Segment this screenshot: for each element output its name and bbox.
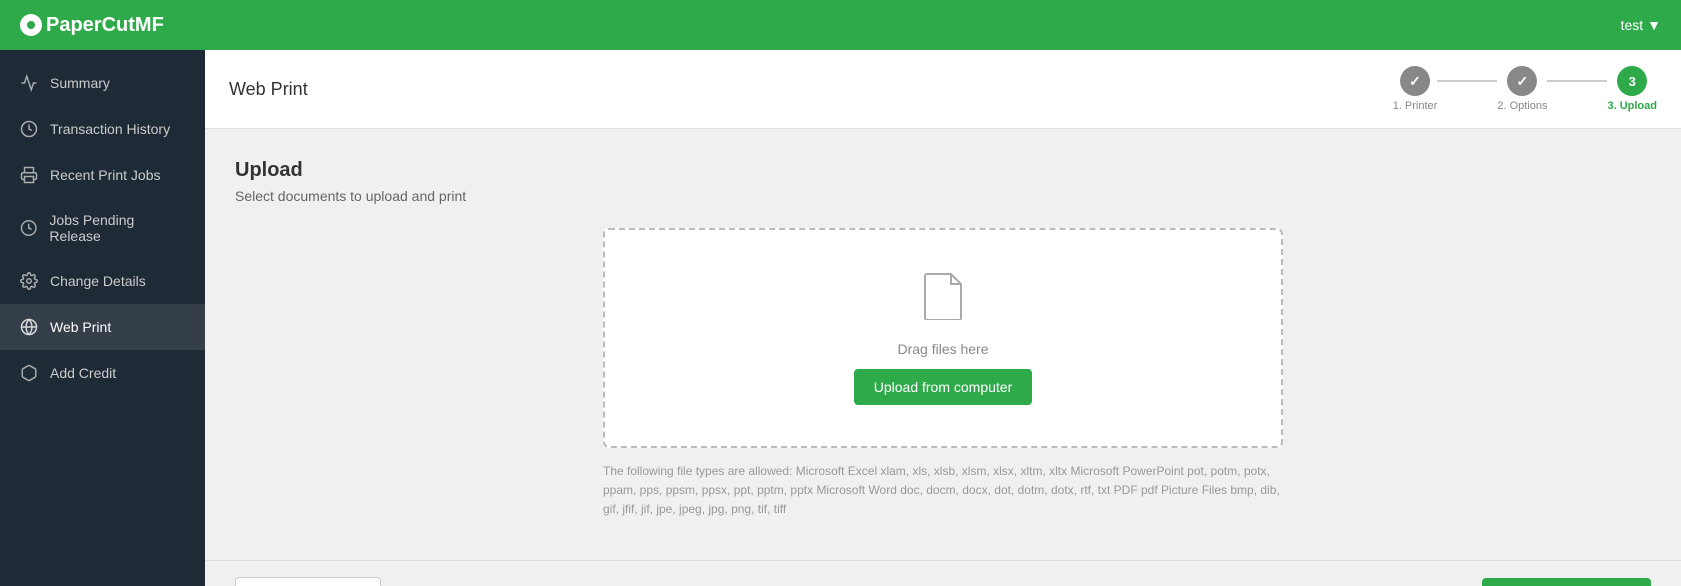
step-printer: 1. Printer bbox=[1393, 66, 1438, 112]
print-icon bbox=[20, 166, 38, 184]
content-footer: « 2. Print Options Upload & Complete » bbox=[205, 560, 1681, 586]
sidebar-label-change: Change Details bbox=[50, 273, 146, 289]
step-printer-label: 1. Printer bbox=[1393, 100, 1438, 112]
step-printer-check bbox=[1409, 73, 1421, 90]
step-upload: 3 3. Upload bbox=[1607, 66, 1657, 112]
sidebar-item-transaction-history[interactable]: Transaction History bbox=[0, 106, 205, 152]
step-options: 2. Options bbox=[1497, 66, 1547, 112]
upload-title: Upload bbox=[235, 159, 1651, 182]
steps-indicator: 1. Printer 2. Options 3 3. Upload bbox=[1393, 66, 1657, 112]
step-connector-2 bbox=[1547, 80, 1607, 82]
step-options-check bbox=[1517, 73, 1529, 90]
logo-icon bbox=[20, 14, 42, 36]
credit-icon bbox=[20, 364, 38, 382]
top-nav: PaperCutMF test ▼ bbox=[0, 0, 1681, 50]
drop-zone[interactable]: Drag files here Upload from computer bbox=[603, 228, 1283, 448]
back-button[interactable]: « 2. Print Options bbox=[235, 577, 381, 586]
upload-from-computer-button[interactable]: Upload from computer bbox=[854, 369, 1033, 405]
sidebar-label-transaction: Transaction History bbox=[50, 121, 170, 137]
sidebar-item-change-details[interactable]: Change Details bbox=[0, 258, 205, 304]
gear-icon bbox=[20, 272, 38, 290]
step-upload-circle: 3 bbox=[1617, 66, 1647, 96]
logo-text: PaperCutMF bbox=[46, 14, 164, 37]
globe-icon bbox=[20, 318, 38, 336]
step-options-label: 2. Options bbox=[1497, 100, 1547, 112]
sidebar-label-summary: Summary bbox=[50, 75, 110, 91]
step-options-circle bbox=[1507, 66, 1537, 96]
step-upload-label: 3. Upload bbox=[1607, 100, 1657, 112]
drag-text: Drag files here bbox=[897, 341, 988, 357]
file-types-text: The following file types are allowed: Mi… bbox=[603, 462, 1283, 520]
step-connector-1 bbox=[1437, 80, 1497, 82]
upload-complete-button[interactable]: Upload & Complete » bbox=[1482, 578, 1651, 586]
sidebar-item-add-credit[interactable]: Add Credit bbox=[0, 350, 205, 396]
page-title: Web Print bbox=[229, 79, 308, 100]
sidebar-label-recent: Recent Print Jobs bbox=[50, 167, 161, 183]
content-header: Web Print 1. Printer 2. Options bbox=[205, 50, 1681, 129]
content-area: Web Print 1. Printer 2. Options bbox=[205, 50, 1681, 586]
user-menu[interactable]: test ▼ bbox=[1621, 17, 1661, 33]
sidebar-label-pending: Jobs Pending Release bbox=[49, 212, 185, 244]
sidebar-item-recent-print-jobs[interactable]: Recent Print Jobs bbox=[0, 152, 205, 198]
upload-subtitle: Select documents to upload and print bbox=[235, 188, 1651, 204]
file-icon bbox=[923, 272, 963, 329]
step-printer-circle bbox=[1400, 66, 1430, 96]
history-icon bbox=[20, 120, 38, 138]
chevron-down-icon: ▼ bbox=[1647, 17, 1661, 33]
user-label: test bbox=[1621, 17, 1644, 33]
chart-icon bbox=[20, 74, 38, 92]
sidebar-item-web-print[interactable]: Web Print bbox=[0, 304, 205, 350]
content-body: Upload Select documents to upload and pr… bbox=[205, 129, 1681, 540]
sidebar-label-webprint: Web Print bbox=[50, 319, 111, 335]
sidebar-label-credit: Add Credit bbox=[50, 365, 116, 381]
sidebar-item-jobs-pending[interactable]: Jobs Pending Release bbox=[0, 198, 205, 258]
clock-icon bbox=[20, 219, 37, 237]
sidebar-item-summary[interactable]: Summary bbox=[0, 60, 205, 106]
logo: PaperCutMF bbox=[20, 14, 164, 37]
sidebar: Summary Transaction History Recent Print… bbox=[0, 50, 205, 586]
